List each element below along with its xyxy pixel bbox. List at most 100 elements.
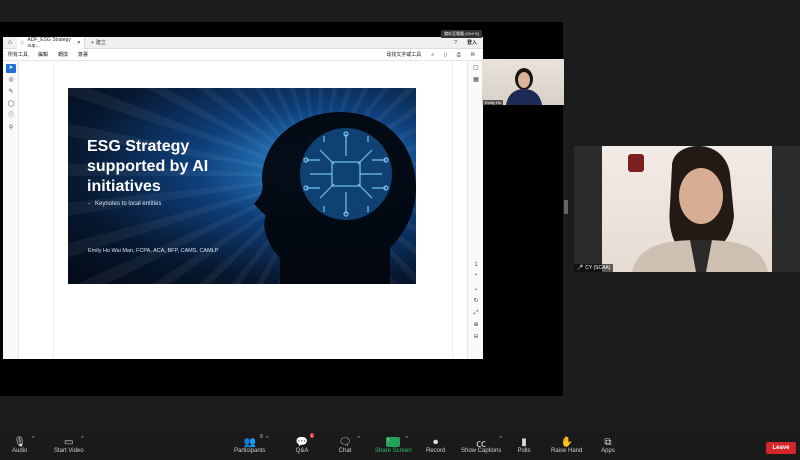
menu-sign[interactable]: 簽署 <box>78 51 88 58</box>
chevron-up-icon[interactable]: ^ <box>81 436 84 442</box>
speaker-silhouette <box>632 146 768 272</box>
fit-page-icon[interactable]: ⤢ <box>471 309 481 318</box>
new-tab-button[interactable]: + 建立 <box>85 39 112 47</box>
participant-thumbnail[interactable]: Emily Ho <box>482 59 564 105</box>
active-speaker-tile[interactable]: 🎤 CY (SCAA) <box>574 146 800 272</box>
apps-icon: ⧉ <box>604 436 612 448</box>
page-up-icon[interactable]: ⌃ <box>471 273 481 282</box>
polls-label: Polls <box>517 448 531 454</box>
zoom-out-icon[interactable]: ⊖ <box>471 333 481 342</box>
pen-icon[interactable]: ✎ <box>6 88 16 97</box>
page-down-icon[interactable]: ⌄ <box>471 285 481 294</box>
show-captions-button[interactable]: ㏄ ^ Show Captions <box>461 436 502 454</box>
mail-icon[interactable]: ✉ <box>471 52 475 58</box>
chat-label: Chat <box>338 448 352 454</box>
acrobat-tabbar: ⌂ ☆ ADF_ESG Strategy sup... ✕ + 建立 ? 登入 <box>3 36 483 49</box>
polls-icon: ▮ <box>521 436 527 448</box>
split-view-handle[interactable] <box>564 200 568 214</box>
record-label: Record <box>426 448 446 454</box>
acrobat-menubar: 所有工具 編輯 轉換 簽署 尋找文字或工具 ⌕ ▯ ⎙ ✉ <box>3 49 483 61</box>
qa-icon: 💬 <box>295 436 309 448</box>
muted-mic-icon: 🎤 <box>577 265 584 271</box>
slide-title-line2: supported by AI <box>87 158 209 175</box>
menu-edit[interactable]: 編輯 <box>38 51 48 58</box>
refresh-icon[interactable]: ↻ <box>471 297 481 306</box>
plus-icon: + <box>91 39 94 46</box>
participant-video-cy <box>602 146 772 272</box>
star-icon[interactable]: ☆ <box>20 40 24 46</box>
signin-button[interactable]: 登入 <box>467 39 477 46</box>
page-number-box[interactable]: 1 <box>471 261 481 270</box>
raise-hand-button[interactable]: ✋ Raise Hand <box>551 436 583 455</box>
record-button[interactable]: ⏺ Record <box>426 436 446 455</box>
participant-thumbnail-name: Emily Ho <box>483 100 504 105</box>
meeting-toolbar: 🎙 ^ Audio ▭ ^ Start Video 👥 ^ 9 Participants… <box>0 432 800 460</box>
raise-hand-icon: ✋ <box>560 436 573 448</box>
chevron-up-icon[interactable]: ^ <box>266 436 269 442</box>
share-screen-button[interactable]: ↑ ^ Share Screen <box>375 436 412 454</box>
left-toolbar: ➤ ◎ ✎ ◯ Ⓘ ⚲ <box>3 61 19 359</box>
stamp-icon[interactable]: ⚲ <box>6 124 16 133</box>
right-toolbar: ▢ ▦ 1 ⌃ ⌄ ↻ ⤢ ⊕ ⊖ <box>467 61 483 359</box>
audio-button[interactable]: 🎙 ^ Audio <box>12 436 35 454</box>
save-tooltip: 儲存至電腦 (Ctrl+S) <box>441 30 482 38</box>
qa-badge: 1 <box>309 433 314 438</box>
document-icon[interactable]: ▯ <box>444 52 447 58</box>
search-icon[interactable]: ⌕ <box>431 52 434 58</box>
participants-icon: 👥 <box>243 436 256 448</box>
apps-label: Apps <box>601 448 615 454</box>
active-speaker-name-tag: 🎤 CY (SCAA) <box>574 264 614 272</box>
document-tab[interactable]: ☆ ADF_ESG Strategy sup... ✕ <box>17 36 85 49</box>
chat-button[interactable]: 🗨 ^ Chat <box>338 436 360 454</box>
participants-count: 9 <box>259 434 263 440</box>
record-icon: ⏺ <box>433 436 439 448</box>
comment-icon[interactable]: ◎ <box>6 76 16 85</box>
leave-button[interactable]: Leave <box>766 442 796 454</box>
menu-all-tools[interactable]: 所有工具 <box>8 51 28 58</box>
microphone-icon: 🎙 <box>13 436 27 448</box>
chat-icon: 🗨 <box>338 436 352 448</box>
share-screen-label: Share Screen <box>375 448 412 454</box>
slide-bullet-text: Keynotes to local entities <box>95 201 162 207</box>
slide-title-line1: ESG Strategy <box>87 138 190 155</box>
participant-video-emily <box>506 68 542 105</box>
chevron-up-icon[interactable]: ^ <box>32 436 35 442</box>
participants-label: Participants <box>234 448 266 454</box>
raise-hand-label: Raise Hand <box>551 448 583 454</box>
help-icon[interactable]: ? <box>454 40 457 46</box>
share-screen-icon: ↑ <box>386 437 401 447</box>
apps-button[interactable]: ⧉ Apps <box>601 436 615 455</box>
text-select-icon[interactable]: Ⓘ <box>6 112 16 121</box>
comment-panel-icon[interactable]: ▢ <box>471 64 481 73</box>
thumbnails-icon[interactable]: ▦ <box>471 76 481 85</box>
presentation-slide: ESG Strategy supported by AI initiatives… <box>68 88 416 284</box>
active-speaker-name: CY (SCAA) <box>585 265 611 271</box>
zoom-in-icon[interactable]: ⊕ <box>471 321 481 330</box>
start-video-button[interactable]: ▭ ^ Start Video <box>54 436 84 454</box>
qa-label: Q&A <box>295 448 309 454</box>
document-tab-label: ADF_ESG Strategy sup... <box>27 36 71 49</box>
select-cursor-icon[interactable]: ➤ <box>6 64 16 73</box>
chevron-up-icon[interactable]: ^ <box>357 436 360 442</box>
participants-button[interactable]: 👥 ^ 9 Participants <box>234 434 269 454</box>
zoom-meeting-window: ⌂ ☆ ADF_ESG Strategy sup... ✕ + 建立 ? 登入 … <box>0 0 800 460</box>
slide-title: ESG Strategy supported by AI initiatives <box>87 137 267 197</box>
chevron-up-icon[interactable]: ^ <box>406 436 409 442</box>
slide-title-line3: initiatives <box>87 178 161 195</box>
new-tab-label: 建立 <box>95 40 106 46</box>
qa-button[interactable]: 💬 1 Q&A <box>295 433 314 454</box>
find-text-label[interactable]: 尋找文字或工具 <box>386 51 421 58</box>
start-video-label: Start Video <box>54 448 84 454</box>
video-off-icon: ▭ <box>64 436 74 448</box>
captions-icon: ㏄ <box>476 438 487 450</box>
print-icon[interactable]: ⎙ <box>457 52 461 58</box>
slide-author: Emily Ho Wai Man, FCPA, ACA, BFP, CAMS, … <box>88 248 219 254</box>
menu-convert[interactable]: 轉換 <box>58 51 68 58</box>
home-icon[interactable]: ⌂ <box>3 39 17 46</box>
shape-icon[interactable]: ◯ <box>6 100 16 109</box>
slide-bullet: - Keynotes to local entities <box>88 201 162 207</box>
audio-label: Audio <box>12 448 28 454</box>
chevron-up-icon[interactable]: ^ <box>499 436 502 442</box>
close-icon[interactable]: ✕ <box>77 40 81 46</box>
polls-button[interactable]: ▮ Polls <box>517 436 531 455</box>
